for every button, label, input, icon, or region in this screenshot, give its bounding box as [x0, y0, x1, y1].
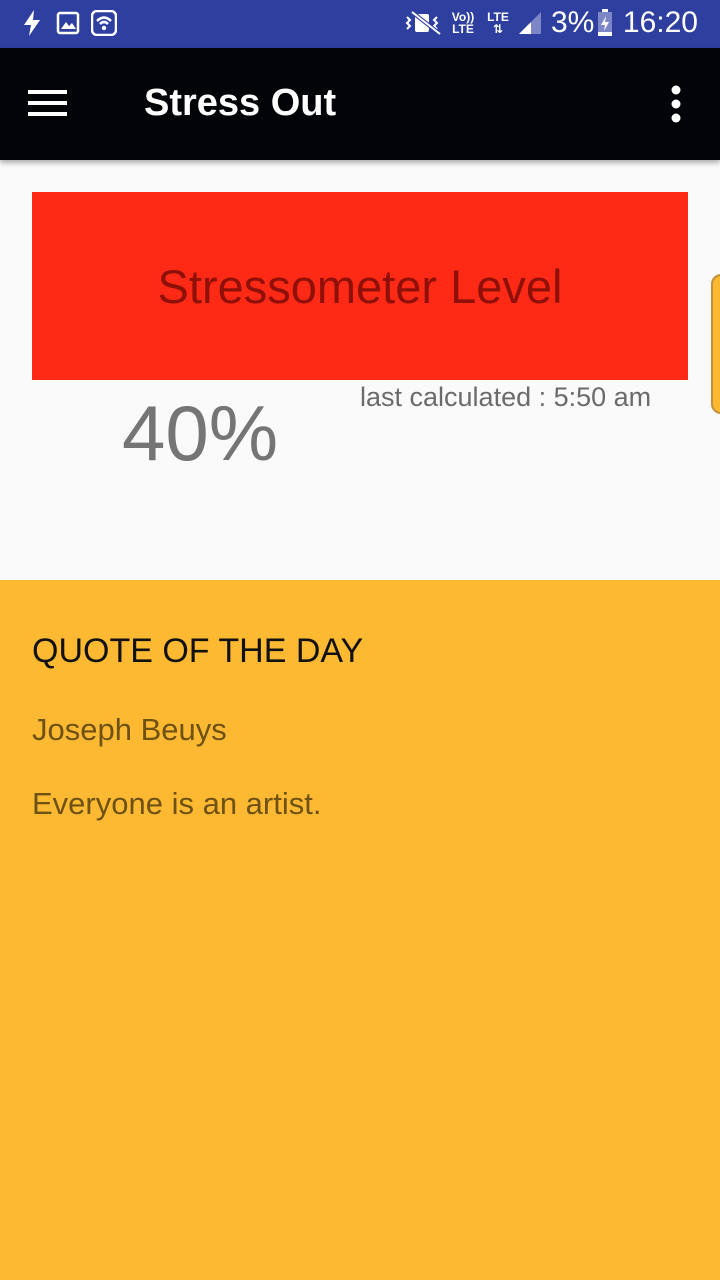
hamburger-menu-button[interactable] — [22, 78, 74, 130]
vibrate-icon — [404, 8, 444, 38]
status-bar: Vo)) LTE LTE ⇅ 3% 16:20 — [0, 0, 720, 48]
volte-indicator: Vo)) LTE — [449, 8, 477, 38]
lte-indicator: LTE ⇅ — [484, 8, 512, 38]
stressometer-label: Stressometer Level — [157, 259, 563, 313]
signal-icon — [516, 8, 544, 38]
wifi-hotspot-icon — [90, 8, 118, 38]
quote-author: Joseph Beuys — [32, 712, 227, 747]
next-card-peek[interactable] — [711, 274, 720, 414]
battery-charging-icon — [596, 8, 614, 38]
quote-panel: QUOTE OF THE DAY Joseph Beuys Everyone i… — [0, 580, 720, 1280]
quote-heading: QUOTE OF THE DAY — [32, 632, 364, 670]
stressometer-card[interactable]: Stressometer Level — [32, 192, 688, 380]
clock-time: 16:20 — [622, 6, 698, 39]
hamburger-menu-icon — [28, 90, 67, 116]
image-icon — [56, 8, 80, 38]
last-calculated-text: last calculated : 5:50 am — [360, 382, 652, 412]
stress-panel: Stressometer Level 40% last calculated :… — [0, 160, 720, 580]
stress-level-value: 40% — [122, 389, 279, 477]
app-title: Stress Out — [144, 82, 337, 124]
more-vert-icon — [671, 85, 681, 123]
volte-lte-label: LTE — [452, 22, 474, 36]
quote-text: Everyone is an artist. — [32, 786, 322, 821]
flash-icon — [20, 8, 44, 38]
data-arrows-icon: ⇅ — [492, 22, 504, 36]
overflow-menu-button[interactable] — [656, 78, 696, 130]
battery-percent: 3% — [551, 6, 595, 39]
app-bar: Stress Out — [0, 48, 720, 160]
